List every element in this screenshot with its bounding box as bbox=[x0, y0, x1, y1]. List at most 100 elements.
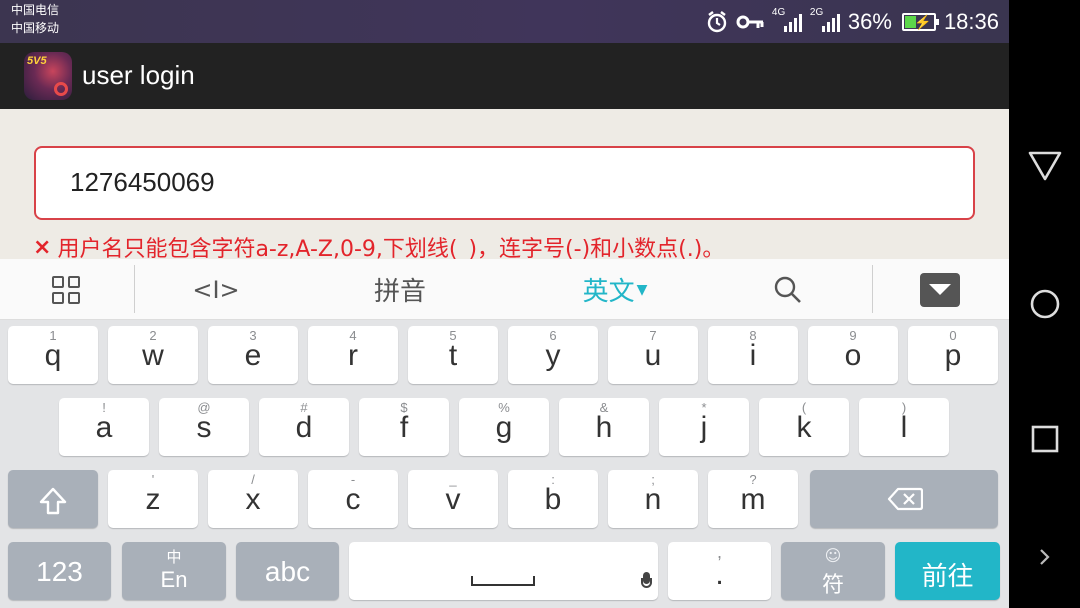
key-label: w bbox=[142, 339, 164, 372]
key-c[interactable]: -c bbox=[308, 470, 398, 528]
key-label: f bbox=[399, 411, 409, 444]
app-logo-badge: 5V5 bbox=[27, 55, 47, 67]
grid-menu-button[interactable] bbox=[30, 259, 102, 320]
key-s[interactable]: @ s bbox=[159, 398, 249, 456]
key-q[interactable]: 1q bbox=[8, 326, 98, 384]
key-label: k bbox=[796, 411, 812, 444]
backspace-icon bbox=[887, 487, 923, 511]
key-d[interactable]: # d bbox=[259, 398, 349, 456]
page-title: user login bbox=[82, 60, 195, 90]
pinyin-label: 拼音 bbox=[373, 277, 426, 307]
key-z[interactable]: ' z bbox=[108, 470, 198, 528]
key-m[interactable]: ? m bbox=[708, 470, 798, 528]
language-switch-bottom: En bbox=[160, 567, 188, 592]
alarm-icon bbox=[707, 11, 727, 33]
key-g[interactable]: % g bbox=[459, 398, 549, 456]
key-label: u bbox=[644, 339, 662, 372]
key-label: e bbox=[244, 339, 262, 372]
key-label: m bbox=[740, 483, 766, 516]
key-label: c bbox=[345, 483, 361, 516]
home-button[interactable] bbox=[1009, 288, 1080, 320]
key-i[interactable]: 8i bbox=[708, 326, 798, 384]
language-dropdown[interactable]: 英文 ▼ bbox=[550, 259, 680, 320]
key-k[interactable]: (k bbox=[759, 398, 849, 456]
pinyin-mode-button[interactable]: 拼音 bbox=[330, 259, 470, 320]
key-e[interactable]: 3e bbox=[208, 326, 298, 384]
vpn-key-icon bbox=[736, 15, 764, 29]
key-l[interactable]: ) l bbox=[859, 398, 949, 456]
key-v[interactable]: _ v bbox=[408, 470, 498, 528]
language-switch-top: 中 bbox=[166, 548, 182, 566]
period-key-label: . bbox=[715, 558, 724, 591]
error-icon: × bbox=[33, 234, 52, 260]
space-key[interactable] bbox=[349, 542, 658, 600]
key-r[interactable]: 4r bbox=[308, 326, 398, 384]
app-logo: 5V5 bbox=[24, 52, 72, 100]
status-bar: 中国电信 中国移动 4G 2G 36% ⚡ 18:36 bbox=[0, 0, 1009, 43]
cursor-move-button[interactable]: <I> bbox=[176, 259, 256, 320]
grid-menu-icon bbox=[52, 275, 80, 304]
key-label: o bbox=[844, 339, 862, 372]
language-switch-key[interactable]: 中 En bbox=[122, 542, 226, 600]
key-label: i bbox=[749, 339, 757, 372]
dropdown-caret-icon: ▼ bbox=[636, 281, 648, 298]
shift-key[interactable] bbox=[8, 470, 98, 528]
battery-percent: 36% bbox=[847, 9, 892, 34]
key-n[interactable]: ; n bbox=[608, 470, 698, 528]
signal-icon: 4G bbox=[772, 7, 802, 35]
key-label: d bbox=[295, 411, 313, 444]
key-label: s bbox=[196, 411, 212, 444]
back-triangle-icon bbox=[1028, 151, 1061, 181]
symbols-key[interactable]: ☺ 符 bbox=[781, 542, 885, 600]
key-j[interactable]: * j bbox=[659, 398, 749, 456]
clock: 18:36 bbox=[943, 9, 999, 34]
search-button[interactable] bbox=[750, 259, 826, 320]
key-label: t bbox=[448, 339, 458, 372]
abc-key[interactable]: abc bbox=[236, 542, 339, 600]
period-key[interactable]: , . bbox=[668, 542, 771, 600]
numbers-key-label: 123 bbox=[36, 556, 83, 587]
expand-nav-button[interactable] bbox=[1009, 546, 1080, 568]
carrier-labels: 中国电信 中国移动 bbox=[11, 1, 59, 37]
back-button[interactable] bbox=[1009, 150, 1080, 182]
recents-square-icon bbox=[1031, 425, 1058, 453]
signal-icon: 2G bbox=[810, 7, 840, 35]
key-w[interactable]: 2w bbox=[108, 326, 198, 384]
go-key-label: 前往 bbox=[921, 562, 974, 592]
search-icon bbox=[774, 276, 801, 303]
key-y[interactable]: 6y bbox=[508, 326, 598, 384]
key-label: p bbox=[944, 339, 962, 372]
app-bar: 5V5 user login bbox=[0, 43, 1009, 109]
key-label: j bbox=[700, 411, 708, 444]
system-navigation-bar bbox=[1009, 0, 1080, 608]
microphone-icon bbox=[640, 572, 652, 592]
key-b[interactable]: :b bbox=[508, 470, 598, 528]
key-h[interactable]: & h bbox=[559, 398, 649, 456]
symbols-key-label: 符 bbox=[821, 573, 844, 598]
key-a[interactable]: ! a bbox=[59, 398, 149, 456]
username-input[interactable]: 1276450069 bbox=[34, 146, 975, 220]
key-label: n bbox=[644, 483, 662, 516]
emoji-icon: ☺ bbox=[824, 546, 842, 565]
username-input-value: 1276450069 bbox=[70, 167, 215, 197]
key-u[interactable]: 7u bbox=[608, 326, 698, 384]
go-key[interactable]: 前往 bbox=[895, 542, 1000, 600]
key-p[interactable]: 0p bbox=[908, 326, 998, 384]
key-label: v bbox=[445, 483, 461, 516]
numbers-key[interactable]: 123 bbox=[8, 542, 111, 600]
backspace-key[interactable] bbox=[810, 470, 998, 528]
carrier-1: 中国电信 bbox=[11, 3, 60, 17]
soft-keyboard: 1q2w3e4r5t6y7u8i9o0p ! a @ s # d $ f% g & h * j(k) l … bbox=[0, 320, 1009, 608]
key-f[interactable]: $ f bbox=[359, 398, 449, 456]
key-label: h bbox=[595, 411, 613, 444]
key-o[interactable]: 9o bbox=[808, 326, 898, 384]
key-label: b bbox=[544, 483, 562, 516]
collapse-keyboard-icon bbox=[920, 272, 960, 307]
collapse-keyboard-button[interactable] bbox=[904, 259, 976, 320]
key-label: z bbox=[145, 483, 161, 516]
battery-charging-icon: ⚡ bbox=[901, 13, 939, 31]
key-label: g bbox=[495, 411, 513, 444]
recents-button[interactable] bbox=[1009, 424, 1080, 454]
key-x[interactable]: / x bbox=[208, 470, 298, 528]
key-t[interactable]: 5t bbox=[408, 326, 498, 384]
